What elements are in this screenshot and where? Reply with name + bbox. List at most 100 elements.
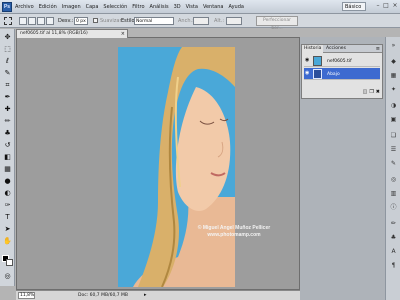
- quick-mask-icon[interactable]: ◎: [3, 272, 12, 281]
- marquee-tool-icon[interactable]: [4, 17, 12, 25]
- state-name: Abajo: [327, 72, 340, 77]
- image-canvas[interactable]: [118, 47, 235, 287]
- history-brush-icon[interactable]: ◉: [305, 71, 310, 76]
- add-selection-icon[interactable]: [28, 17, 36, 25]
- background-color-swatch[interactable]: [6, 259, 13, 266]
- adjustments-panel-icon[interactable]: ◑: [389, 101, 398, 110]
- new-snapshot-icon[interactable]: ❐: [369, 89, 373, 97]
- height-input[interactable]: [226, 17, 242, 25]
- menu-imagen[interactable]: Imagen: [62, 4, 81, 10]
- document-tab[interactable]: nef0605.tif al 11,8% (RGB/16) ×: [16, 29, 128, 38]
- status-menu-arrow-icon[interactable]: ▸: [144, 292, 147, 298]
- move-tool-icon[interactable]: ✥: [3, 33, 12, 42]
- intersect-selection-icon[interactable]: [46, 17, 54, 25]
- paths-panel-icon[interactable]: ✎: [389, 159, 398, 168]
- menu-filtro[interactable]: Filtro: [132, 4, 144, 10]
- menu-edicion[interactable]: Edición: [39, 4, 57, 10]
- subtract-selection-icon[interactable]: [37, 17, 45, 25]
- menu-ayuda[interactable]: Ayuda: [228, 4, 243, 10]
- lasso-tool-icon[interactable]: ℓ: [3, 57, 12, 66]
- character-panel-icon[interactable]: A: [389, 247, 398, 256]
- antialias-checkbox[interactable]: [93, 18, 98, 23]
- layers-panel-icon[interactable]: ❏: [389, 131, 398, 140]
- status-bar: 11,8% Doc: 60,7 MB/60,7 MB ▸: [16, 290, 300, 300]
- panel-menu-icon[interactable]: ≡: [376, 45, 380, 53]
- state-icon: [313, 69, 322, 79]
- maximize-icon[interactable]: □: [382, 2, 390, 11]
- close-document-icon[interactable]: ×: [121, 30, 125, 38]
- visibility-eye-icon[interactable]: ◉: [305, 58, 310, 63]
- delete-icon[interactable]: ✖: [376, 89, 380, 97]
- masks-panel-icon[interactable]: ▣: [389, 115, 398, 124]
- type-tool-icon[interactable]: T: [3, 213, 12, 222]
- tab-acciones[interactable]: Acciones: [324, 45, 348, 53]
- antialias-label: Suavizar: [100, 18, 122, 24]
- width-input[interactable]: [193, 17, 209, 25]
- pen-tool-icon[interactable]: ✑: [3, 201, 12, 210]
- document-size-info: Doc: 60,7 MB/60,7 MB: [78, 293, 128, 298]
- close-icon[interactable]: ×: [391, 2, 399, 11]
- crop-tool-icon[interactable]: ⌗: [3, 81, 12, 90]
- photoshop-window: Ps Archivo Edición Imagen Capa Selección…: [0, 0, 400, 300]
- menu-capa[interactable]: Capa: [86, 4, 99, 10]
- info-panel-icon[interactable]: ⓘ: [389, 203, 398, 212]
- watermark-website: www.photomamp.com: [207, 232, 261, 238]
- workspace-select[interactable]: Básico: [342, 2, 366, 11]
- clone-stamp-tool-icon[interactable]: ♣: [3, 129, 12, 138]
- menu-analisis[interactable]: Análisis: [150, 4, 169, 10]
- feather-label: Desv.:: [58, 18, 74, 24]
- eraser-tool-icon[interactable]: ◧: [3, 153, 12, 162]
- dodge-tool-icon[interactable]: ◐: [3, 189, 12, 198]
- healing-brush-tool-icon[interactable]: ✚: [3, 105, 12, 114]
- feather-input[interactable]: 0 px: [74, 17, 88, 25]
- hand-tool-icon[interactable]: ✋: [3, 237, 12, 246]
- history-row-selected[interactable]: ◉ Abajo: [304, 68, 380, 80]
- menu-archivo[interactable]: Archivo: [15, 4, 34, 10]
- new-selection-icon[interactable]: [19, 17, 27, 25]
- collapse-panels-icon[interactable]: »: [389, 41, 398, 50]
- layers-panel: Historia Acciones ≡ ◉ nef0605.tif ◉ Abaj…: [301, 44, 383, 99]
- swatches-panel-icon[interactable]: ▦: [389, 71, 398, 80]
- snapshot-name: nef0605.tif: [327, 59, 352, 64]
- portrait-photo: [118, 47, 235, 287]
- menu-3d[interactable]: 3D: [174, 4, 181, 10]
- clone-source-panel-icon[interactable]: ♣: [389, 233, 398, 242]
- panel-footer: ◫ ❐ ✖: [304, 89, 380, 97]
- menu-vista[interactable]: Vista: [186, 4, 198, 10]
- tab-historia[interactable]: Historia: [302, 45, 324, 53]
- navigator-panel-icon[interactable]: ◎: [389, 175, 398, 184]
- app-logo-icon: Ps: [2, 2, 12, 12]
- quick-selection-tool-icon[interactable]: ✎: [3, 69, 12, 78]
- document-title: nef0605.tif al 11,8% (RGB/16): [20, 31, 88, 36]
- width-label: Anch.:: [178, 18, 194, 24]
- brushes-panel-icon[interactable]: ✏: [389, 219, 398, 228]
- channels-panel-icon[interactable]: ☰: [389, 145, 398, 154]
- marquee-tool-icon[interactable]: ⬚: [3, 45, 12, 54]
- panel-icons-column: » ◆ ▦ ✦ ◑ ▣ ❏ ☰ ✎ ◎ ▥ ⓘ ✏ ♣ A ¶: [385, 37, 400, 300]
- refine-edge-button[interactable]: Perfeccionar bor...: [256, 16, 298, 31]
- main-menu: Archivo Edición Imagen Capa Selección Fi…: [15, 4, 244, 10]
- options-bar: Desv.: 0 px Suavizar Estilo: Normal Anch…: [0, 14, 400, 31]
- color-panel-icon[interactable]: ◆: [389, 57, 398, 66]
- styles-panel-icon[interactable]: ✦: [389, 85, 398, 94]
- menu-seleccion[interactable]: Selección: [103, 4, 127, 10]
- histogram-panel-icon[interactable]: ▥: [389, 189, 398, 198]
- blur-tool-icon[interactable]: ●: [3, 177, 12, 186]
- panel-tabs: Historia Acciones ≡: [302, 45, 382, 53]
- brush-tool-icon[interactable]: ✏: [3, 117, 12, 126]
- watermark-credit: © Miguel Angel Muñoz Pellicer: [197, 225, 271, 231]
- menu-ventana[interactable]: Ventana: [203, 4, 224, 10]
- history-brush-tool-icon[interactable]: ↺: [3, 141, 12, 150]
- new-document-icon[interactable]: ◫: [363, 89, 368, 97]
- minimize-icon[interactable]: –: [374, 2, 382, 11]
- paragraph-panel-icon[interactable]: ¶: [389, 261, 398, 270]
- eyedropper-tool-icon[interactable]: ✒: [3, 93, 12, 102]
- tools-panel: ✥ ⬚ ℓ ✎ ⌗ ✒ ✚ ✏ ♣ ↺ ◧ ▦ ● ◐ ✑ T ➤ ✋ ◎: [0, 29, 15, 286]
- history-row[interactable]: ◉ nef0605.tif: [304, 55, 380, 67]
- snapshot-thumbnail: [313, 56, 322, 66]
- style-select[interactable]: Normal: [134, 17, 174, 25]
- photo-watermark: © Miguel Angel Muñoz Pellicer www.photom…: [184, 225, 284, 239]
- gradient-tool-icon[interactable]: ▦: [3, 165, 12, 174]
- path-selection-tool-icon[interactable]: ➤: [3, 225, 12, 234]
- zoom-input[interactable]: 11,8%: [18, 292, 35, 299]
